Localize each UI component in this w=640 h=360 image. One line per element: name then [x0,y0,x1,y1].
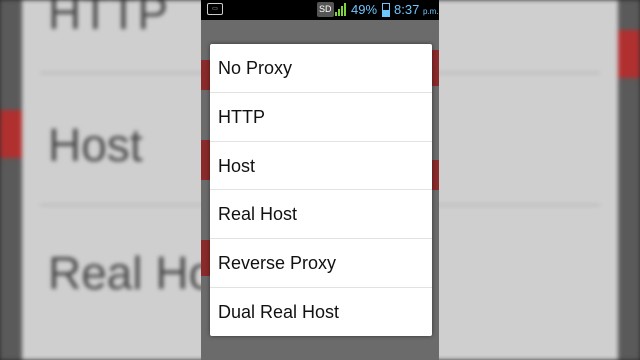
background-text-host: Host [48,119,143,171]
background-red-accent [618,30,640,78]
battery-icon [382,3,390,17]
clock-ampm: p.m. [422,7,439,16]
option-dual-real-host[interactable]: Dual Real Host [210,288,432,336]
background-red-accent [0,110,22,158]
background-text-http: HTTP [48,0,169,39]
option-reverse-proxy[interactable]: Reverse Proxy [210,239,432,288]
option-label: No Proxy [218,58,293,78]
background-text-real-host: Real Ho [48,247,215,299]
notification-icon: ▭ [207,3,223,15]
proxy-type-dialog: No Proxy HTTP Host Real Host Reverse Pro… [210,44,432,336]
status-bar: ▭ SD 49% 8:37 p.m. [201,0,439,20]
option-no-proxy[interactable]: No Proxy [210,44,432,93]
sd-card-icon: SD [317,2,334,17]
clock-time: 8:37 [394,2,420,17]
option-host[interactable]: Host [210,142,432,191]
option-label: Real Host [218,204,298,225]
option-label: Dual Real Host [218,301,340,322]
option-real-host[interactable]: Real Host [210,190,432,240]
option-label: HTTP [218,106,265,127]
phone-screen: ▭ SD 49% 8:37 p.m. No Proxy HTTP Host Re… [201,0,439,360]
option-label: Reverse Proxy [218,253,337,274]
battery-percent: 49% [351,2,378,17]
signal-icon [335,3,347,16]
option-http[interactable]: HTTP [210,93,432,142]
clock: 8:37 p.m. [394,2,439,17]
background-edge-left [0,0,22,360]
option-label: Host [218,155,256,176]
